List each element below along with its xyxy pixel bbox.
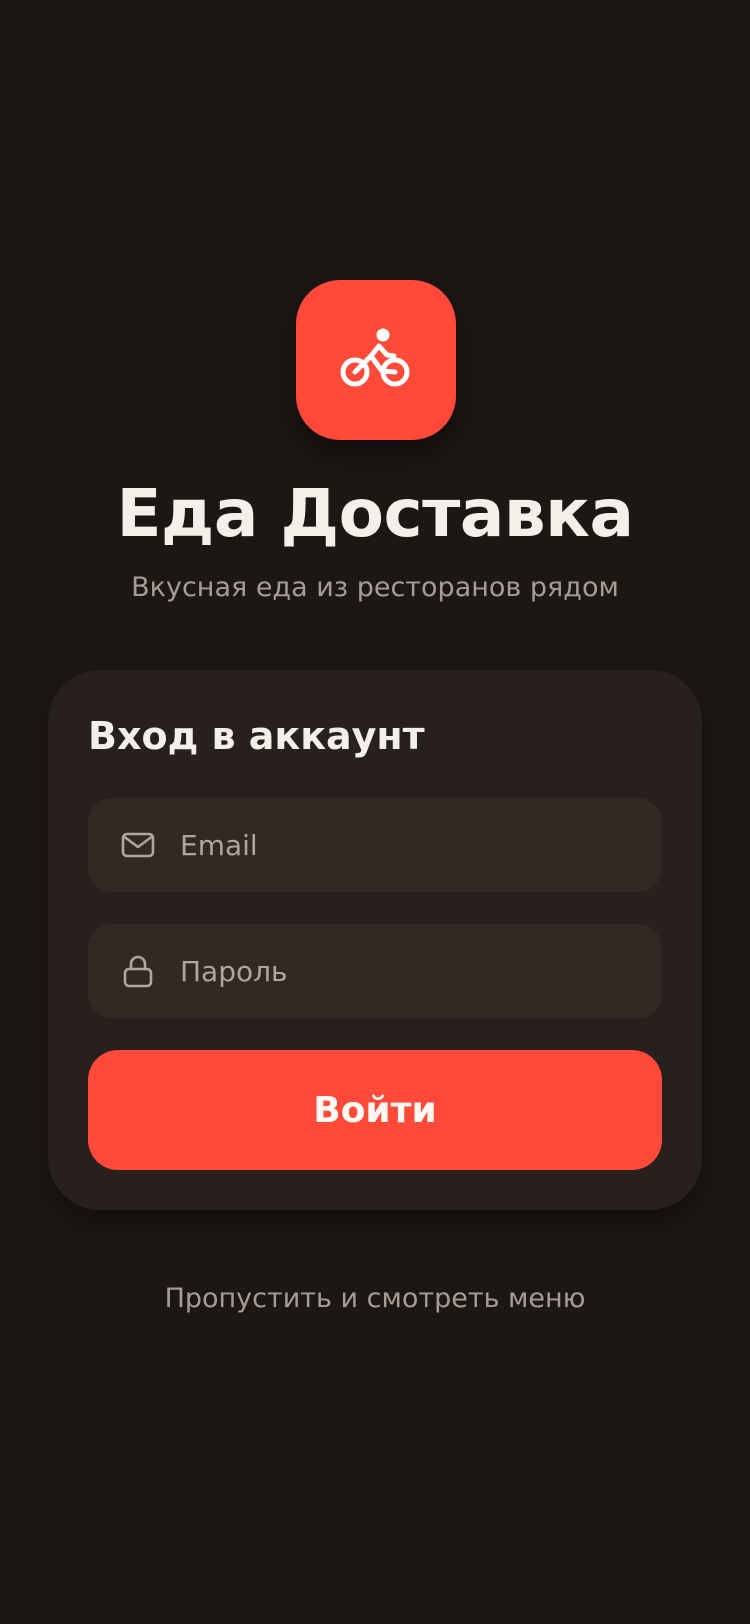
bike-courier-icon — [340, 328, 410, 387]
password-field[interactable] — [88, 924, 662, 1018]
skip-and-browse-menu-link[interactable]: Пропустить и смотреть меню — [0, 1283, 750, 1315]
email-input[interactable] — [180, 798, 662, 892]
login-card-title: Вход в аккаунт — [88, 714, 425, 758]
login-card: Вход в аккаунт Войти — [48, 670, 702, 1210]
login-button[interactable]: Войти — [88, 1050, 662, 1170]
login-screen: Еда Доставка Вкусная еда из ресторанов р… — [0, 0, 750, 1624]
app-subtitle: Вкусная еда из ресторанов рядом — [131, 572, 619, 603]
app-logo — [296, 280, 456, 440]
lock-icon — [118, 951, 158, 991]
mail-icon — [118, 825, 158, 865]
password-input[interactable] — [180, 924, 662, 1018]
app-title: Еда Доставка — [116, 475, 634, 552]
email-field[interactable] — [88, 798, 662, 892]
